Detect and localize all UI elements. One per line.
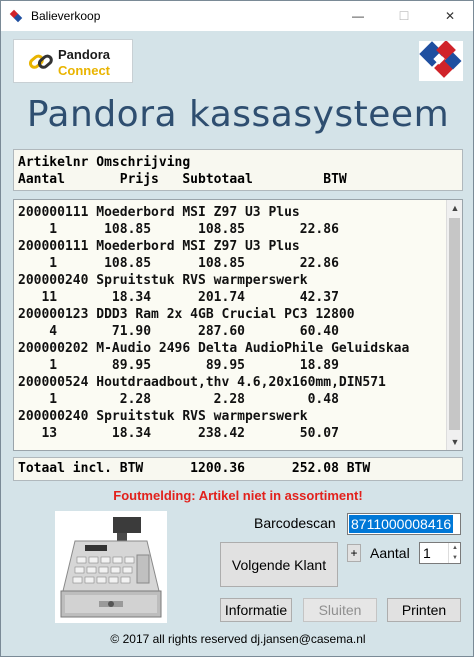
- title-bar[interactable]: Balieverkoop — ☐ ✕: [1, 1, 473, 31]
- list-item-6-desc[interactable]: 200000524 Houtdraadbout,thv 4.6,20x160mm…: [18, 374, 386, 391]
- item-list[interactable]: 200000111 Moederbord MSI Z97 U3 Plus 1 1…: [13, 199, 463, 451]
- quantity-value[interactable]: 1: [423, 545, 431, 561]
- plus-button[interactable]: +: [347, 544, 361, 562]
- list-item-7-values[interactable]: 13 18.34 238.42 50.07: [18, 425, 338, 442]
- scroll-up-icon[interactable]: ▲: [447, 200, 463, 216]
- spin-down-icon[interactable]: ▼: [449, 553, 461, 563]
- list-item-1-values[interactable]: 1 108.85 108.85 22.86: [18, 221, 339, 238]
- print-button[interactable]: Printen: [387, 598, 461, 622]
- cash-register-icon: [55, 511, 167, 623]
- close-icon[interactable]: ✕: [427, 1, 473, 31]
- spin-up-icon[interactable]: ▲: [449, 543, 461, 553]
- list-item-4-desc[interactable]: 200000123 DDD3 Ram 2x 4GB Crucial PC3 12…: [18, 306, 355, 323]
- next-customer-button[interactable]: Volgende Klant: [220, 542, 338, 587]
- list-item-5-desc[interactable]: 200000202 M-Audio 2496 Delta AudioPhile …: [18, 340, 409, 357]
- list-item-2-values[interactable]: 1 108.85 108.85 22.86: [18, 255, 339, 272]
- list-item-7-desc[interactable]: 200000240 Spruitstuk RVS warmperswerk: [18, 408, 308, 425]
- header-line-1: Artikelnr Omschrijving: [18, 155, 191, 170]
- list-item-3-values[interactable]: 11 18.34 201.74 42.37: [18, 289, 338, 306]
- quantity-label: Aantal: [370, 545, 410, 561]
- app-icon: [9, 9, 23, 23]
- page-title: Pandora kassasysteem: [26, 94, 450, 135]
- logo-text-pandora: Pandora: [58, 47, 111, 62]
- barcode-label: Barcodescan: [254, 515, 336, 531]
- list-item-4-values[interactable]: 4 71.90 287.60 60.40: [18, 323, 339, 340]
- maximize-icon[interactable]: ☐: [381, 1, 427, 31]
- close-button[interactable]: Sluiten: [303, 598, 377, 622]
- window-title: Balieverkoop: [31, 9, 101, 23]
- header-line-2: Aantal Prijs Subtotaal BTW: [18, 172, 347, 187]
- list-item-2-desc[interactable]: 200000111 Moederbord MSI Z97 U3 Plus: [18, 238, 300, 255]
- chain-link-icon: [28, 54, 53, 69]
- list-item-1-desc[interactable]: 200000111 Moederbord MSI Z97 U3 Plus: [18, 204, 300, 221]
- error-message: Foutmelding: Artikel niet in assortiment…: [113, 488, 363, 503]
- information-button[interactable]: Informatie: [220, 598, 292, 622]
- list-item-6-values[interactable]: 1 2.28 2.28 0.48: [18, 391, 339, 408]
- total-line: Totaal incl. BTW 1200.36 252.08 BTW: [18, 461, 371, 476]
- list-scrollbar[interactable]: ▲ ▼: [446, 200, 462, 450]
- quantity-stepper[interactable]: 1 ▲ ▼: [419, 542, 461, 564]
- pandora-connect-logo: Pandora Connect: [13, 39, 133, 83]
- logo-text-connect: Connect: [58, 63, 110, 78]
- scroll-thumb[interactable]: [449, 218, 460, 430]
- column-header: Artikelnr Omschrijving Aantal Prijs Subt…: [13, 149, 463, 191]
- copyright-footer: © 2017 all rights reserved dj.jansen@cas…: [110, 632, 366, 646]
- barcode-input[interactable]: 8711000008416: [347, 513, 461, 535]
- list-item-5-values[interactable]: 1 89.95 89.95 18.89: [18, 357, 339, 374]
- pos-window: Balieverkoop — ☐ ✕ Pandora Connect Pando…: [0, 0, 474, 657]
- minimize-icon[interactable]: —: [335, 1, 381, 31]
- list-item-3-desc[interactable]: 200000240 Spruitstuk RVS warmperswerk: [18, 272, 308, 289]
- brand-emblem-icon: [419, 40, 463, 81]
- total-bar: Totaal incl. BTW 1200.36 252.08 BTW: [13, 457, 463, 481]
- barcode-value[interactable]: 8711000008416: [349, 515, 454, 533]
- scroll-down-icon[interactable]: ▼: [447, 434, 463, 450]
